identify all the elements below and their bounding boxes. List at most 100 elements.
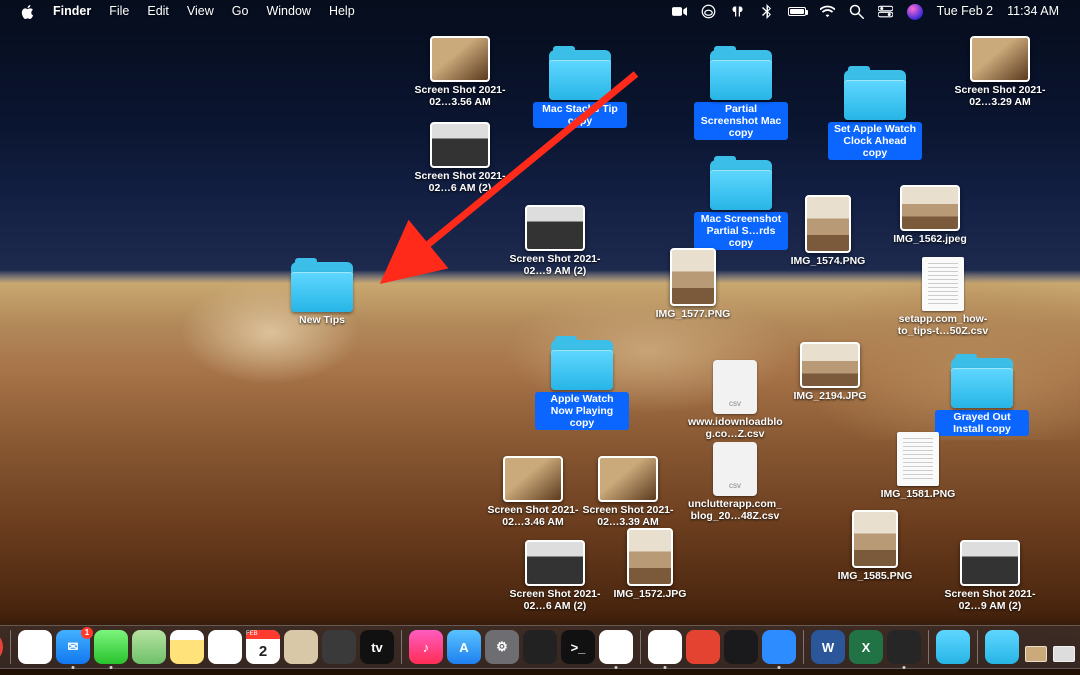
dock-app-calendar[interactable]: FEB2	[246, 630, 280, 664]
desktop-item[interactable]: IMG_1562.jpeg	[883, 185, 977, 245]
desktop-item-label: www.idownloadblo g.co…Z.csv	[688, 416, 782, 440]
image-thumbnail	[805, 195, 851, 253]
folder-icon	[951, 358, 1013, 408]
folder-icon	[710, 160, 772, 210]
dock-app-preview[interactable]	[322, 630, 356, 664]
desktop-item[interactable]: Screen Shot 2021-02…6 AM (2)	[413, 122, 507, 194]
screenshot-thumbnail	[525, 540, 585, 586]
desktop-item-label: Screen Shot 2021-02…9 AM (2)	[508, 253, 602, 277]
dock-app-todoist[interactable]	[686, 630, 720, 664]
dock-app-photos[interactable]: ✿	[18, 630, 52, 664]
dock-separator	[401, 630, 402, 664]
dock-app-contacts[interactable]	[284, 630, 318, 664]
dock-app-mail[interactable]: ✉︎1	[56, 630, 90, 664]
screenshot-thumbnail	[960, 540, 1020, 586]
desktop-item-label: Screen Shot 2021-02…6 AM (2)	[508, 588, 602, 612]
desktop-item-label: New Tips	[299, 314, 345, 326]
running-indicator-dot	[110, 666, 113, 669]
desktop-item[interactable]: Screen Shot 2021-02…3.56 AM	[413, 36, 507, 108]
running-indicator-dot	[903, 666, 906, 669]
dock-app-messages[interactable]	[94, 630, 128, 664]
desktop-item[interactable]: Mac Stacks Tip copy	[533, 50, 627, 128]
desktop-item[interactable]: Set Apple Watch Clock Ahead copy	[828, 70, 922, 160]
dock-app-tv[interactable]: tv	[360, 630, 394, 664]
dock-app-appstore[interactable]: A	[447, 630, 481, 664]
desktop-item[interactable]: Screen Shot 2021-02…3.39 AM	[581, 456, 675, 528]
desktop-item[interactable]: Screen Shot 2021-02…9 AM (2)	[943, 540, 1037, 612]
desktop-item[interactable]: Screen Shot 2021-02…3.46 AM	[486, 456, 580, 528]
desktop-item-label: Screen Shot 2021-02…6 AM (2)	[413, 170, 507, 194]
desktop-item-label: IMG_1577.PNG	[656, 308, 731, 320]
desktop-item[interactable]: Screen Shot 2021-02…9 AM (2)	[508, 205, 602, 277]
desktop-item[interactable]: New Tips	[275, 262, 369, 326]
desktop-item-label: IMG_1585.PNG	[838, 570, 913, 582]
dock-app-downloads[interactable]	[985, 630, 1019, 664]
image-thumbnail	[670, 248, 716, 306]
desktop-item[interactable]: csvwww.idownloadblo g.co…Z.csv	[688, 360, 782, 440]
desktop-item[interactable]: Grayed Out Install copy	[935, 358, 1029, 436]
dock-separator	[640, 630, 641, 664]
desktop-item[interactable]: IMG_1585.PNG	[828, 510, 922, 582]
desktop-item-label: IMG_1581.PNG	[881, 488, 956, 500]
dock[interactable]: ✿✉︎1 FEB2 tv ♪A⚙︎ >_ WX	[0, 625, 1080, 669]
dock-app-screenshot-util[interactable]	[887, 630, 921, 664]
desktop-item-label: Screen Shot 2021-02…3.39 AM	[581, 504, 675, 528]
dock-app-excel[interactable]: X	[849, 630, 883, 664]
desktop-item[interactable]: Apple Watch Now Playing copy	[535, 340, 629, 430]
desktop-item[interactable]: IMG_2194.JPG	[783, 342, 877, 402]
folder-icon	[844, 70, 906, 120]
desktop[interactable]: Screen Shot 2021-02…3.56 AM Mac Stacks Ti…	[0, 0, 1080, 675]
dock-separator	[803, 630, 804, 664]
dock-app-music[interactable]: ♪	[409, 630, 443, 664]
dock-app-terminal[interactable]: >_	[561, 630, 595, 664]
dock-separator	[928, 630, 929, 664]
desktop-item[interactable]: IMG_1574.PNG	[781, 195, 875, 267]
dock-app-activity[interactable]	[523, 630, 557, 664]
dock-app-1password[interactable]	[724, 630, 758, 664]
desktop-item[interactable]: setapp.com_how-to_tips-t…50Z.csv	[896, 257, 990, 337]
dock-app-slack[interactable]	[648, 630, 682, 664]
screenshot-thumbnail	[970, 36, 1030, 82]
desktop-item-label: Set Apple Watch Clock Ahead copy	[828, 122, 922, 160]
image-thumbnail	[900, 185, 960, 231]
dock-app-zoom[interactable]	[762, 630, 796, 664]
folder-icon	[549, 50, 611, 100]
app-badge: 1	[81, 627, 93, 639]
dock-app-notes[interactable]	[170, 630, 204, 664]
screenshot-thumbnail	[525, 205, 585, 251]
desktop-item[interactable]: IMG_1572.JPG	[603, 528, 697, 600]
dock-app-files-folder[interactable]	[936, 630, 970, 664]
image-thumbnail	[852, 510, 898, 568]
desktop-item[interactable]: csvunclutterapp.com_ blog_20…48Z.csv	[688, 442, 782, 522]
dock-separator	[977, 630, 978, 664]
running-indicator-dot	[664, 666, 667, 669]
image-thumbnail	[627, 528, 673, 586]
desktop-item[interactable]: IMG_1577.PNG	[646, 248, 740, 320]
desktop-item-label: Mac Screenshot Partial S…rds copy	[694, 212, 788, 250]
desktop-item[interactable]: Screen Shot 2021-02…3.29 AM	[953, 36, 1047, 108]
dock-app-fb-messenger[interactable]	[599, 630, 633, 664]
dock-app-word[interactable]: W	[811, 630, 845, 664]
desktop-item[interactable]: Mac Screenshot Partial S…rds copy	[694, 160, 788, 250]
desktop-item[interactable]: Partial Screenshot Mac copy	[694, 50, 788, 140]
desktop-item-label: Partial Screenshot Mac copy	[694, 102, 788, 140]
desktop-item[interactable]: IMG_1581.PNG	[871, 432, 965, 500]
dock-minimized-window[interactable]	[1025, 646, 1047, 662]
folder-icon	[291, 262, 353, 312]
dock-app-reminders[interactable]	[208, 630, 242, 664]
desktop-item-label: Screen Shot 2021-02…3.56 AM	[413, 84, 507, 108]
desktop-item[interactable]: Screen Shot 2021-02…6 AM (2)	[508, 540, 602, 612]
desktop-item-label: Screen Shot 2021-02…9 AM (2)	[943, 588, 1037, 612]
desktop-item-label: setapp.com_how-to_tips-t…50Z.csv	[896, 313, 990, 337]
dock-minimized-window[interactable]	[1053, 646, 1075, 662]
document-thumbnail	[897, 432, 939, 486]
desktop-item-label: IMG_1574.PNG	[791, 255, 866, 267]
dock-app-chrome[interactable]	[0, 630, 3, 664]
desktop-item-label: IMG_1572.JPG	[614, 588, 687, 600]
screenshot-thumbnail	[430, 36, 490, 82]
dock-app-settings[interactable]: ⚙︎	[485, 630, 519, 664]
dock-app-maps[interactable]	[132, 630, 166, 664]
screenshot-thumbnail	[430, 122, 490, 168]
image-thumbnail	[800, 342, 860, 388]
desktop-item-label: Screen Shot 2021-02…3.29 AM	[953, 84, 1047, 108]
